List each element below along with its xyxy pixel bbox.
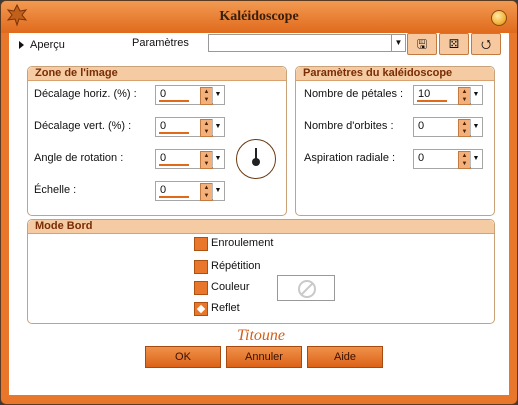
petals-value: 10: [418, 88, 431, 100]
close-button[interactable]: [491, 10, 507, 26]
dialog-body: Aperçu Paramètres ▼ 🖫 ⚄ ⭯ Zone de l'imag…: [9, 33, 509, 395]
h-offset-input[interactable]: 0 ▲ ▼ ▼: [155, 85, 225, 105]
preview-toggle[interactable]: Aperçu: [19, 39, 65, 51]
color-label[interactable]: Couleur: [211, 281, 250, 293]
dice-icon: ⚄: [448, 37, 460, 51]
rotation-input[interactable]: 0 ▲ ▼ ▼: [155, 149, 225, 169]
chevron-down-icon[interactable]: ▼: [212, 183, 223, 199]
selected-indicator-icon: [196, 304, 206, 314]
dial-center-dot: [252, 158, 260, 166]
preset-select[interactable]: ▼: [208, 34, 406, 52]
chevron-down-icon[interactable]: ▼: [470, 87, 481, 103]
presets-label: Paramètres: [132, 37, 189, 49]
cancel-button[interactable]: Annuler: [226, 346, 302, 368]
kaleidoscope-params-title: Paramètres du kaléidoscope: [296, 67, 494, 81]
chevron-down-icon[interactable]: ▼: [391, 35, 405, 51]
h-offset-value: 0: [160, 88, 167, 100]
value-bar: [159, 132, 189, 134]
value-bar: [417, 100, 447, 102]
radial-suction-value: 0: [418, 152, 425, 164]
repeat-label[interactable]: Répétition: [211, 260, 261, 272]
wrap-label[interactable]: Enroulement: [211, 237, 273, 249]
chevron-down-icon[interactable]: ▼: [212, 87, 223, 103]
reset-icon: ⭯: [480, 37, 492, 51]
reflect-label[interactable]: Reflet: [211, 302, 240, 314]
chevron-down-icon[interactable]: ▼: [470, 119, 481, 135]
v-offset-input[interactable]: 0 ▲ ▼ ▼: [155, 117, 225, 137]
orbits-label: Nombre d'orbites :: [304, 120, 394, 132]
ok-button[interactable]: OK: [145, 346, 221, 368]
color-radio[interactable]: [194, 281, 208, 295]
rotation-label: Angle de rotation :: [34, 152, 124, 164]
window-title: Kaléidoscope: [219, 9, 299, 24]
randomize-button[interactable]: ⚄: [439, 33, 469, 55]
disabled-icon: [298, 280, 316, 298]
h-offset-label: Décalage horiz. (%) :: [34, 88, 137, 100]
petals-input[interactable]: 10 ▲ ▼ ▼: [413, 85, 483, 105]
wrap-radio[interactable]: [194, 237, 208, 251]
scale-value: 0: [160, 184, 167, 196]
scale-input[interactable]: 0 ▲ ▼ ▼: [155, 181, 225, 201]
rotation-dial[interactable]: [236, 139, 276, 179]
radial-suction-input[interactable]: 0 ▲ ▼ ▼: [413, 149, 483, 169]
help-button[interactable]: Aide: [307, 346, 383, 368]
reset-button[interactable]: ⭯: [471, 33, 501, 55]
author-signature: Titoune: [237, 327, 286, 344]
value-bar: [159, 100, 189, 102]
reflect-radio[interactable]: [194, 302, 208, 316]
kaleidoscope-dialog: Kaléidoscope Aperçu Paramètres ▼ 🖫 ⚄ ⭯ Z…: [0, 0, 518, 405]
color-swatch[interactable]: [277, 275, 335, 301]
value-bar: [159, 196, 189, 198]
expand-arrow-icon: [19, 41, 24, 50]
save-preset-button[interactable]: 🖫: [407, 33, 437, 55]
edge-mode-title: Mode Bord: [28, 220, 494, 234]
petals-label: Nombre de pétales :: [304, 88, 404, 100]
orbits-input[interactable]: 0 ▲ ▼ ▼: [413, 117, 483, 137]
value-bar: [159, 164, 189, 166]
repeat-radio[interactable]: [194, 260, 208, 274]
orbits-value: 0: [418, 120, 425, 132]
preview-label: Aperçu: [30, 39, 65, 51]
v-offset-label: Décalage vert. (%) :: [34, 120, 132, 132]
chevron-down-icon[interactable]: ▼: [470, 151, 481, 167]
image-zone-group: Zone de l'image Décalage horiz. (%) : 0 …: [27, 66, 287, 216]
chevron-down-icon[interactable]: ▼: [212, 151, 223, 167]
radial-suction-label: Aspiration radiale :: [304, 152, 396, 164]
scale-label: Échelle :: [34, 184, 77, 196]
title-bar[interactable]: Kaléidoscope: [1, 1, 517, 33]
preset-bar: Aperçu Paramètres ▼ 🖫 ⚄ ⭯: [9, 33, 509, 55]
rotation-value: 0: [160, 152, 167, 164]
image-zone-title: Zone de l'image: [28, 67, 286, 81]
kaleidoscope-params-group: Paramètres du kaléidoscope Nombre de pét…: [295, 66, 495, 216]
save-icon: 🖫: [416, 37, 428, 51]
edge-mode-group: Mode Bord Enroulement Répétition Couleur…: [27, 219, 495, 324]
v-offset-value: 0: [160, 120, 167, 132]
chevron-down-icon[interactable]: ▼: [212, 119, 223, 135]
